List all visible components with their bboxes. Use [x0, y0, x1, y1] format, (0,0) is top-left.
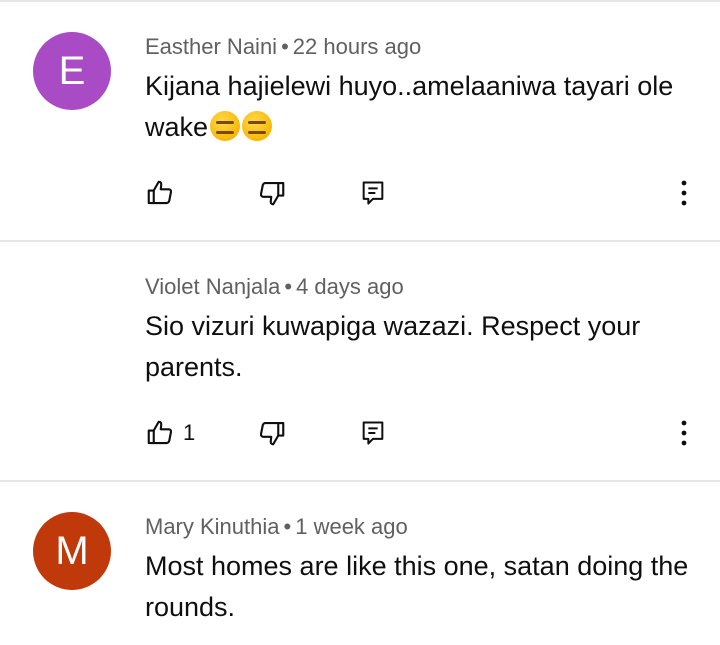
divider — [0, 0, 720, 2]
divider — [0, 240, 720, 242]
thumbs-up-icon — [147, 420, 173, 445]
like-count: 1 — [183, 420, 196, 445]
dislike-button[interactable] — [257, 176, 287, 210]
reply-button[interactable] — [359, 176, 387, 210]
author-name[interactable]: Mary Kinuthia — [145, 514, 280, 539]
comment-text-content: Most homes are like this one, satan doin… — [145, 551, 689, 622]
comment-time: 22 hours ago — [292, 34, 422, 59]
like-button[interactable] — [145, 176, 175, 210]
thumbs-down-icon — [259, 181, 285, 206]
more-button[interactable] — [676, 416, 692, 450]
comment-item: Violet Nanjala • 4 days ago Sio vizuri kuw… — [0, 240, 720, 480]
comment-actions: 1 — [145, 416, 700, 450]
more-button[interactable] — [676, 176, 692, 210]
comment-meta: Easther Naini • 22 hours ago — [145, 34, 421, 60]
comment-text-content: Sio vizuri kuwapiga wazazi. Respect your… — [145, 311, 641, 382]
meta-separator: • — [284, 274, 293, 299]
reply-icon — [362, 181, 384, 205]
more-vertical-icon — [681, 180, 687, 206]
expressionless-face-icon — [242, 111, 273, 141]
comment-item: M Mary Kinuthia • 1 week ago Most homes ar… — [0, 480, 720, 645]
reply-button[interactable] — [359, 416, 387, 450]
expressionless-face-icon — [210, 111, 241, 141]
comment-time: 4 days ago — [296, 274, 404, 299]
comment-text: Kijana hajielewi huyo..amelaaniwa tayari… — [145, 66, 705, 148]
divider — [0, 480, 720, 482]
more-vertical-icon — [681, 420, 687, 446]
thumbs-down-icon — [259, 421, 285, 446]
comment-meta: Mary Kinuthia • 1 week ago — [145, 514, 408, 540]
comment-time: 1 week ago — [295, 514, 408, 539]
comment-text: Most homes are like this one, satan doin… — [145, 546, 705, 628]
reply-icon — [362, 421, 384, 445]
comment-item: E Easther Naini • 22 hours ago Kijana haji… — [0, 0, 720, 240]
thumbs-up-icon — [147, 180, 173, 205]
comment-actions — [145, 176, 700, 210]
comment-meta: Violet Nanjala • 4 days ago — [145, 274, 404, 300]
like-button[interactable]: 1 — [145, 416, 195, 450]
meta-separator: • — [283, 514, 292, 539]
author-name[interactable]: Easther Naini — [145, 34, 277, 59]
dislike-button[interactable] — [257, 416, 287, 450]
avatar[interactable]: E — [33, 32, 111, 110]
meta-separator: • — [281, 34, 289, 59]
comment-text: Sio vizuri kuwapiga wazazi. Respect your… — [145, 306, 705, 388]
author-name[interactable]: Violet Nanjala — [145, 274, 280, 299]
avatar[interactable]: M — [33, 512, 111, 590]
